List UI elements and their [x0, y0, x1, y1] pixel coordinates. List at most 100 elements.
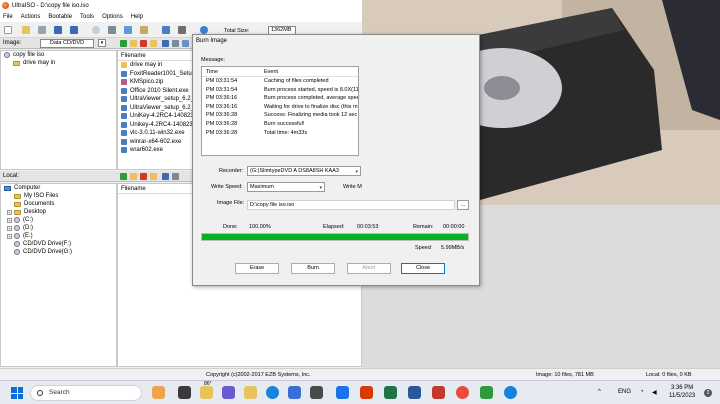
menu-options[interactable]: Options [102, 14, 123, 20]
app-green-icon[interactable] [480, 386, 493, 399]
volume-icon[interactable]: ◀ [652, 389, 657, 396]
local-refresh-icon[interactable] [162, 173, 169, 180]
clock[interactable]: 3:36 PM 11/5/2023 [669, 384, 695, 400]
message-row[interactable]: PM 03:36:28 Success: Finalizing media too… [202, 111, 358, 120]
new-icon[interactable] [4, 26, 12, 34]
virtual-drive-icon[interactable] [140, 26, 148, 34]
iso-icon [4, 52, 10, 58]
notification-badge[interactable]: 3 [704, 389, 712, 397]
expand-icon[interactable]: + [7, 217, 12, 223]
message-row[interactable]: PM 03:36:16 Burn process completed, avera… [202, 94, 358, 103]
local-tree-node[interactable]: CD/DVD Drive(G:) [1, 248, 116, 256]
expand-icon[interactable]: + [7, 225, 12, 231]
file-name: Unikey-4.2RC4-140823-S [130, 121, 199, 128]
file-explorer-icon[interactable] [244, 386, 257, 399]
image-file-field[interactable]: D:\copy file iso.iso [247, 200, 455, 210]
local-tree-node[interactable]: Computer [1, 184, 116, 192]
weather-icon[interactable] [152, 386, 165, 399]
message-row[interactable]: PM 03:31:54 Burn process started, speed i… [202, 86, 358, 95]
tree-node-folder[interactable]: drive may in [1, 59, 116, 67]
erase-button[interactable]: Erase [235, 263, 279, 274]
message-row[interactable]: PM 03:36:28 Total time: 4m33s [202, 129, 358, 138]
menu-help[interactable]: Help [131, 14, 143, 20]
local-new-folder-icon[interactable] [130, 173, 137, 180]
extract-to-icon[interactable] [172, 40, 179, 47]
extract-icon[interactable] [38, 26, 46, 34]
compress-icon[interactable] [124, 26, 132, 34]
properties-icon[interactable] [162, 26, 170, 34]
expand-icon[interactable]: + [7, 209, 12, 215]
new-folder-icon[interactable] [130, 40, 137, 47]
teams-icon[interactable] [222, 386, 235, 399]
expand-icon[interactable]: + [7, 233, 12, 239]
folder-icon [13, 60, 20, 66]
message-row[interactable]: PM 03:36:16 Waiting for drive to finalize… [202, 103, 358, 112]
powerpoint-icon[interactable] [360, 386, 373, 399]
task-view-icon[interactable] [178, 386, 191, 399]
time-column-header[interactable]: Time [206, 69, 218, 75]
chrome-icon[interactable] [456, 386, 469, 399]
save-as-icon[interactable] [70, 26, 78, 34]
local-add-icon[interactable] [150, 173, 157, 180]
up-arrow-icon[interactable] [120, 40, 127, 47]
add-files-icon[interactable] [162, 40, 169, 47]
local-up-arrow-icon[interactable] [120, 173, 127, 180]
widgets-icon[interactable] [200, 386, 213, 399]
word-icon[interactable] [408, 386, 421, 399]
view-icon[interactable] [182, 40, 189, 47]
local-tree-node[interactable]: + (E:) [1, 232, 116, 240]
message-row[interactable]: PM 03:31:54 Caching of files completed [202, 77, 358, 86]
abort-button[interactable]: Abort [347, 263, 391, 274]
message-time: PM 03:36:28 [206, 120, 238, 127]
add-folder-icon[interactable] [150, 40, 157, 47]
options-icon[interactable] [178, 26, 186, 34]
exe-file-icon [121, 113, 127, 120]
save-icon[interactable] [54, 26, 62, 34]
taskbar-search[interactable]: Search [30, 385, 142, 401]
edge-active-icon[interactable] [504, 386, 517, 399]
local-view-icon[interactable] [172, 173, 179, 180]
language-indicator[interactable]: ENG [618, 389, 631, 395]
local-tree-node[interactable]: My ISO Files [1, 192, 116, 200]
exe-file-icon [121, 87, 127, 94]
burn-cd-icon[interactable] [92, 26, 100, 34]
ultraiso-task-icon[interactable] [432, 386, 445, 399]
mount-icon[interactable] [108, 26, 116, 34]
local-tree-node[interactable]: Documents [1, 200, 116, 208]
local-tree-node[interactable]: + Desktop [1, 208, 116, 216]
recorder-select[interactable]: (G:)SlimtypeDVD A DS8A8SH KAA3 ▾ [247, 166, 361, 176]
menu-bootable[interactable]: Bootable [48, 14, 72, 20]
exe-file-icon [121, 96, 127, 103]
delete-icon[interactable] [140, 40, 147, 47]
event-column-header[interactable]: Event [264, 69, 278, 75]
image-type-button[interactable]: ▾ [98, 39, 106, 47]
message-row[interactable]: PM 03:36:28 Burn successful! [202, 120, 358, 129]
open-icon[interactable] [22, 26, 30, 34]
store-icon[interactable] [288, 386, 301, 399]
close-button[interactable]: Close [401, 263, 445, 274]
menu-actions[interactable]: Actions [21, 14, 41, 20]
tree-node-root[interactable]: copy file iso [1, 51, 116, 59]
folder-icon [14, 201, 21, 207]
image-status: Image: 10 files, 781 MB [536, 372, 594, 378]
app-icon[interactable] [310, 386, 323, 399]
clock-time: 3:36 PM [670, 385, 694, 391]
browse-button[interactable]: ... [457, 200, 469, 210]
menu-tools[interactable]: Tools [80, 14, 94, 20]
local-tree-node[interactable]: + (D:) [1, 224, 116, 232]
menu-file[interactable]: File [3, 14, 13, 20]
tray-chevron-icon[interactable]: ^ [598, 389, 601, 395]
local-delete-icon[interactable] [140, 173, 147, 180]
image-type-select[interactable]: Data CD/DVD [40, 39, 94, 48]
tree-node-label: copy file iso [13, 52, 45, 58]
excel-icon[interactable] [384, 386, 397, 399]
edge-icon[interactable] [266, 386, 279, 399]
mail-icon[interactable] [336, 386, 349, 399]
start-button[interactable] [11, 387, 23, 399]
local-tree-node[interactable]: CD/DVD Drive(F:) [1, 240, 116, 248]
write-speed-select[interactable]: Maximum ▾ [247, 182, 325, 192]
burn-button[interactable]: Burn [291, 263, 335, 274]
help-icon[interactable] [200, 26, 208, 34]
local-tree-node[interactable]: + (C:) [1, 216, 116, 224]
wifi-icon[interactable]: ◔ [640, 389, 644, 395]
